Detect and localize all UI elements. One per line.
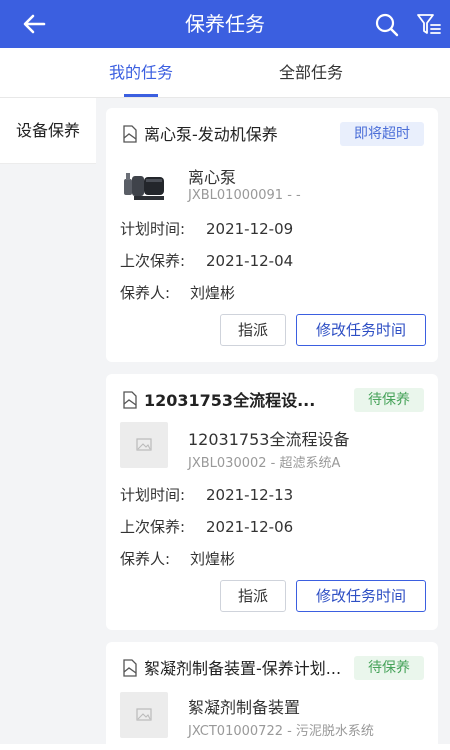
- app-header: 保养任务: [0, 0, 450, 48]
- equipment-code: JXBL030002 - 超滤系统A: [188, 456, 341, 471]
- equipment-name: 12031753全流程设备: [188, 430, 350, 449]
- last-maint-value: 2021-12-04: [206, 252, 294, 270]
- card-header: 絮凝剂制备装置-保养计划... 待保养: [122, 656, 424, 682]
- task-title: 12031753全流程设...: [144, 391, 316, 410]
- equipment-name: 离心泵: [188, 168, 237, 187]
- bottom-nav-edge: [0, 744, 450, 750]
- image-placeholder: [120, 692, 168, 738]
- assign-button[interactable]: 指派: [220, 314, 286, 346]
- status-badge: 待保养: [354, 656, 424, 680]
- status-badge: 待保养: [354, 388, 424, 412]
- plan-time-label: 计划时间:: [120, 220, 186, 238]
- plan-time-row: 计划时间: 2021-12-09: [120, 218, 293, 239]
- assign-button[interactable]: 指派: [220, 580, 286, 612]
- category-sidebar: 设备保养: [0, 98, 96, 750]
- task-title: 离心泵-发动机保养: [144, 125, 278, 144]
- active-tab-indicator: [124, 94, 158, 97]
- search-icon[interactable]: [374, 12, 400, 38]
- equipment-name: 絮凝剂制备装置: [188, 698, 301, 717]
- modify-time-button[interactable]: 修改任务时间: [296, 580, 426, 612]
- plan-time-row: 计划时间: 2021-12-13: [120, 484, 293, 505]
- card-header: 离心泵-发动机保养 即将超时: [122, 122, 424, 148]
- last-maint-row: 上次保养: 2021-12-06: [120, 516, 293, 537]
- maintainer-row: 保养人: 刘煌彬: [120, 548, 235, 569]
- last-maint-value: 2021-12-06: [206, 518, 294, 536]
- modify-time-button[interactable]: 修改任务时间: [296, 314, 426, 346]
- task-card[interactable]: 离心泵-发动机保养 即将超时 离心泵 JXBL01000091 - - 计划时间…: [106, 108, 438, 362]
- document-icon: [123, 391, 137, 409]
- plan-time-label: 计划时间:: [120, 486, 186, 504]
- maintainer-row: 保养人: 刘煌彬: [120, 282, 235, 303]
- maintainer-label: 保养人:: [120, 284, 171, 302]
- card-header: 12031753全流程设... 待保养: [122, 388, 424, 414]
- plan-time-value: 2021-12-09: [206, 220, 294, 238]
- last-maint-label: 上次保养:: [120, 252, 186, 270]
- maintainer-label: 保养人:: [120, 550, 171, 568]
- image-placeholder-icon: [136, 708, 152, 721]
- task-card[interactable]: 12031753全流程设... 待保养 12031753全流程设备 JXBL03…: [106, 374, 438, 630]
- document-icon: [123, 659, 137, 677]
- filter-icon[interactable]: [416, 12, 442, 38]
- maintainer-value: 刘煌彬: [190, 284, 236, 302]
- tab-my-tasks[interactable]: 我的任务: [81, 48, 201, 98]
- task-tabs: 我的任务 全部任务: [0, 48, 450, 98]
- last-maint-row: 上次保养: 2021-12-04: [120, 250, 293, 271]
- tab-all-tasks[interactable]: 全部任务: [251, 48, 371, 98]
- equipment-code: JXCT01000722 - 污泥脱水系统: [188, 724, 374, 739]
- task-card[interactable]: 絮凝剂制备装置-保养计划... 待保养 絮凝剂制备装置 JXCT01000722…: [106, 642, 438, 750]
- image-placeholder-icon: [136, 438, 152, 451]
- plan-time-value: 2021-12-13: [206, 486, 294, 504]
- maintainer-value: 刘煌彬: [190, 550, 236, 568]
- image-placeholder: [120, 422, 168, 468]
- last-maint-label: 上次保养:: [120, 518, 186, 536]
- pump-image: [124, 173, 164, 200]
- document-icon: [123, 125, 137, 143]
- equipment-code: JXBL01000091 - -: [188, 188, 301, 203]
- status-badge: 即将超时: [340, 122, 424, 146]
- sidebar-item-equipment-maintenance[interactable]: 设备保养: [0, 98, 96, 164]
- task-title: 絮凝剂制备装置-保养计划...: [144, 659, 342, 678]
- task-list: 离心泵-发动机保养 即将超时 离心泵 JXBL01000091 - - 计划时间…: [96, 98, 450, 750]
